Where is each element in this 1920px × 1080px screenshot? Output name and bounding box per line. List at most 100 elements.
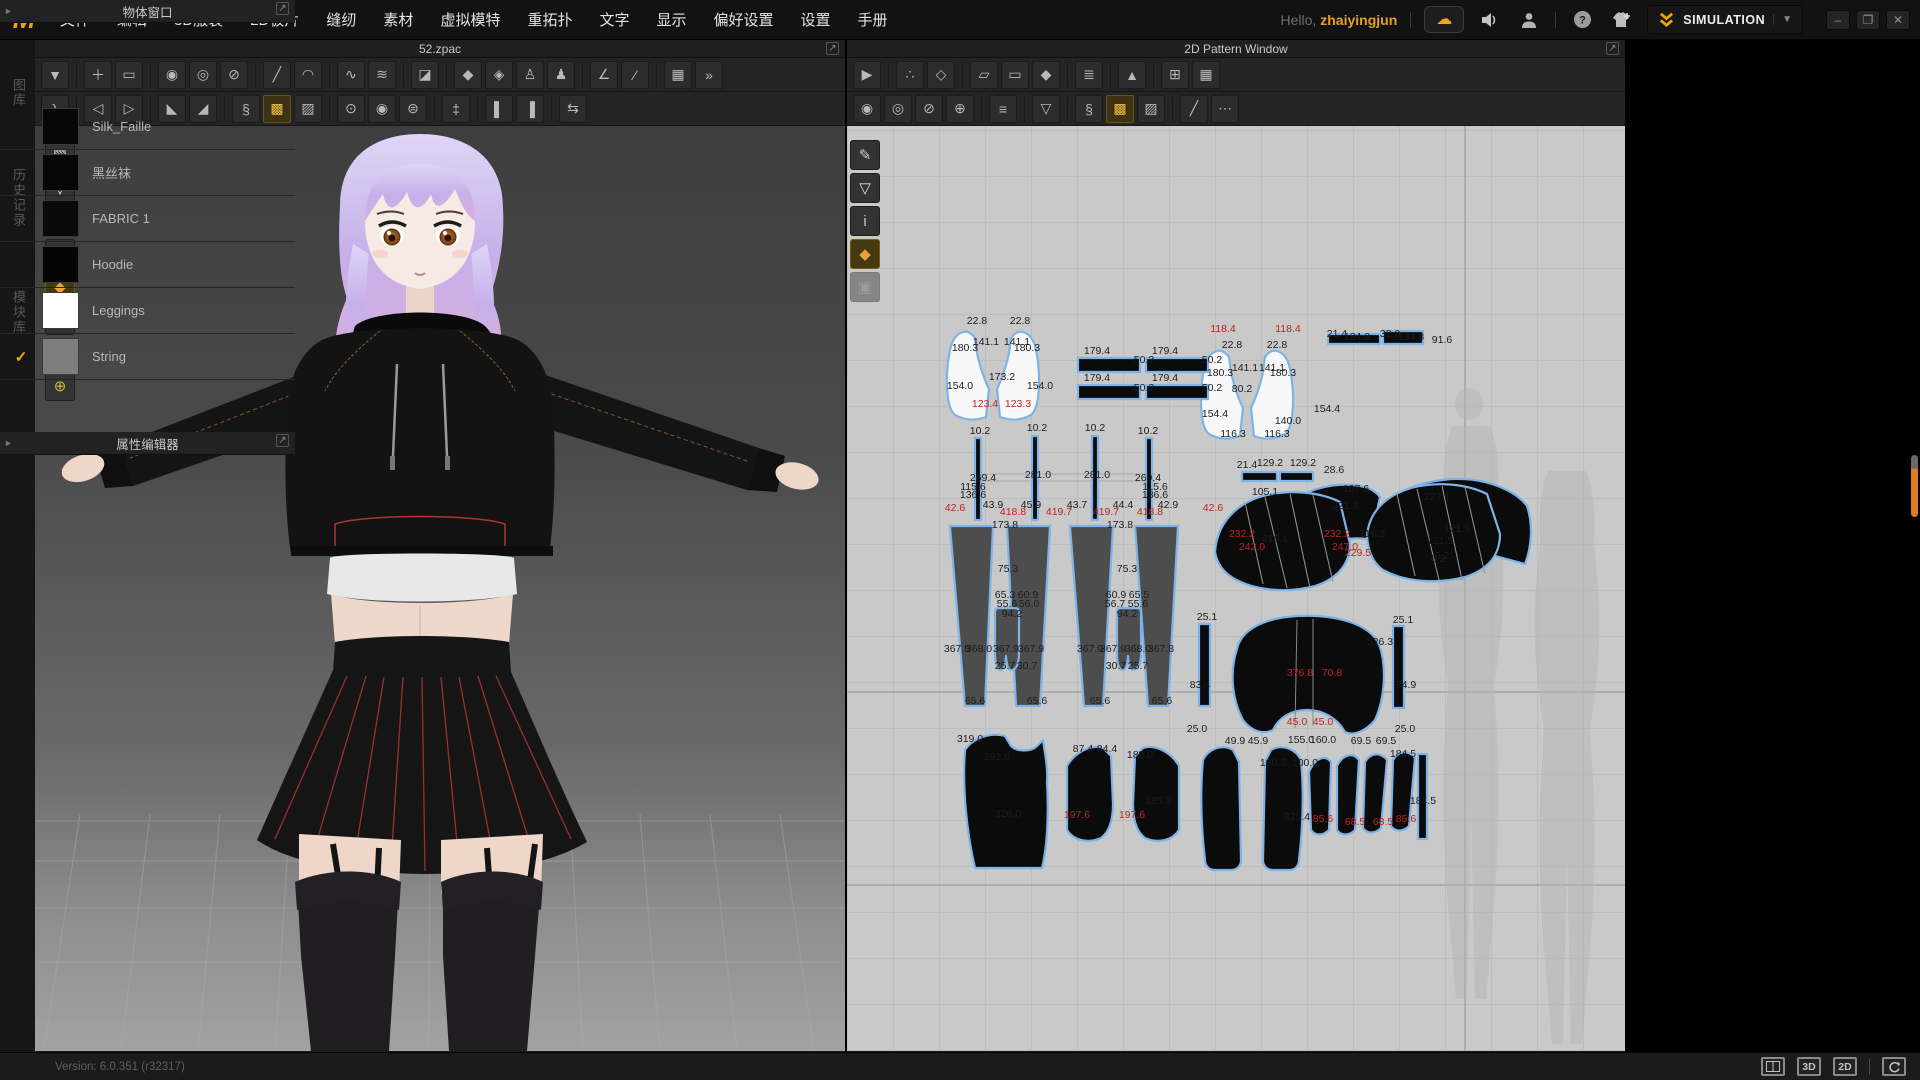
minimize-button[interactable]: – — [1826, 10, 1850, 30]
menu-item-8[interactable]: 文字 — [599, 9, 629, 30]
show-fabric-2d-icon[interactable]: ◆ — [850, 239, 880, 269]
pattern-piece[interactable] — [1078, 358, 1140, 372]
mesh-surface-icon[interactable]: ▨ — [294, 95, 322, 123]
reset-arrangement-icon[interactable]: ◈ — [485, 61, 513, 89]
pattern-piece[interactable] — [1146, 358, 1208, 372]
buttonhole-tool-icon[interactable]: ◉ — [368, 95, 396, 123]
ruler-icon[interactable]: ⁄ — [621, 61, 649, 89]
popout-icon[interactable]: ↗ — [826, 42, 839, 55]
menu-item-9[interactable]: 显示 — [656, 9, 686, 30]
remove-pin-icon[interactable]: ⊘ — [220, 61, 248, 89]
menu-item-11[interactable]: 设置 — [801, 9, 831, 30]
lock-pattern-icon[interactable]: ▣ — [850, 272, 880, 302]
fabric-row-String[interactable]: ✓String — [0, 334, 295, 380]
dart-icon[interactable]: ◆ — [1032, 61, 1060, 89]
split-view-button[interactable] — [1761, 1057, 1785, 1076]
grid-small-icon[interactable]: ⊞ — [1161, 61, 1189, 89]
view-3d-button[interactable]: 3D — [1797, 1057, 1821, 1076]
pin-icon[interactable]: ◉ — [158, 61, 186, 89]
fabric-row-黑丝袜[interactable]: 黑丝袜 — [0, 150, 295, 196]
popout-icon[interactable]: ↗ — [1606, 42, 1619, 55]
panel-scrollbar[interactable] — [1911, 455, 1918, 517]
menu-item-4[interactable]: 缝纫 — [326, 9, 356, 30]
fabric-row-FABRIC 1[interactable]: FABRIC 1 — [0, 196, 295, 242]
viewport-3d-titlebar[interactable]: 52.zpac ↗ — [35, 40, 845, 58]
seam-allowance-icon[interactable]: ≣ — [1075, 61, 1103, 89]
pattern-2d-canvas[interactable]: 22.822.8141.1141.1180.3180.3173.2154.015… — [847, 126, 1625, 1051]
grid-large-icon[interactable]: ▦ — [1192, 61, 1220, 89]
polygon-icon[interactable]: ▭ — [1001, 61, 1029, 89]
fabric-swatch[interactable] — [42, 246, 79, 283]
show-info-2d-icon[interactable]: i — [850, 206, 880, 236]
menu-item-5[interactable]: 素材 — [383, 9, 413, 30]
select-box-icon[interactable]: ▭ — [115, 61, 143, 89]
property-editor-header[interactable]: ► 属性编辑器 ↗ — [0, 432, 295, 455]
pattern-piece[interactable] — [1201, 747, 1241, 870]
pattern-piece[interactable] — [1078, 385, 1140, 399]
pattern-piece[interactable] — [1393, 626, 1404, 708]
pin-search-icon[interactable]: ⊕ — [946, 95, 974, 123]
menu-item-7[interactable]: 重拓扑 — [527, 9, 572, 30]
pattern-piece[interactable] — [1280, 472, 1313, 481]
fabric-row-Hoodie[interactable]: Hoodie — [0, 242, 295, 288]
fabric-swatch[interactable] — [42, 108, 79, 145]
pin-2d-icon[interactable]: ◉ — [853, 95, 881, 123]
view-2d-button[interactable]: 2D — [1833, 1057, 1857, 1076]
sync-button[interactable] — [1882, 1057, 1906, 1076]
grid-icon[interactable]: ▦ — [664, 61, 692, 89]
popout-icon[interactable]: ↗ — [276, 434, 289, 447]
cloud-sync-button[interactable]: ☁ — [1424, 6, 1464, 33]
edit-pattern-icon[interactable]: ∴ — [896, 61, 924, 89]
show-sewing-2d-icon[interactable]: ✎ — [850, 140, 880, 170]
textured-pattern-icon[interactable]: ▩ — [1106, 95, 1134, 123]
fasten-button-icon[interactable]: ⊜ — [399, 95, 427, 123]
stitch-line-icon[interactable]: ╱ — [1180, 95, 1208, 123]
add-point-icon[interactable]: ▱ — [970, 61, 998, 89]
chevron-down-icon[interactable]: ▼ — [1773, 14, 1792, 25]
account-button[interactable] — [1516, 7, 1542, 33]
sew-segment-icon[interactable]: ∿ — [337, 61, 365, 89]
simulation-mode-button[interactable]: SIMULATION ▼ — [1647, 5, 1803, 34]
pattern-piece[interactable] — [1146, 385, 1208, 399]
restore-button[interactable]: ❐ — [1856, 10, 1880, 30]
fabric-row-Leggings[interactable]: Leggings — [0, 288, 295, 334]
tape-measure-icon[interactable]: ∠ — [590, 61, 618, 89]
simulate-icon[interactable]: ▼ — [41, 61, 69, 89]
needle-icon[interactable]: ╱ — [263, 61, 291, 89]
popout-icon[interactable]: ↗ — [276, 2, 289, 15]
curve-pin-icon[interactable]: ◠ — [294, 61, 322, 89]
more-icon[interactable]: » — [695, 61, 723, 89]
pin-sew-icon[interactable]: § — [1075, 95, 1103, 123]
fabric-row-Silk_Faille[interactable]: Silk_Faille — [0, 104, 295, 150]
pleats-icon[interactable]: ⇆ — [559, 95, 587, 123]
pattern-2d-titlebar[interactable]: 2D Pattern Window ↗ — [847, 40, 1625, 58]
fabric-swatch[interactable] — [42, 200, 79, 237]
collapse-arrow-icon[interactable]: ► — [4, 438, 13, 448]
stitch-measure-icon[interactable]: ⋯ — [1211, 95, 1239, 123]
fabric-swatch[interactable] — [42, 338, 79, 375]
menu-item-6[interactable]: 虚拟模特 — [440, 9, 500, 30]
iron-icon[interactable]: ≡ — [989, 95, 1017, 123]
arrange-points-icon[interactable]: ♙ — [516, 61, 544, 89]
pattern-piece[interactable] — [950, 526, 993, 706]
pattern-on-avatar-icon[interactable]: ▲ — [1118, 61, 1146, 89]
close-button[interactable]: ✕ — [1886, 10, 1910, 30]
flip-normal-icon[interactable]: ◪ — [411, 61, 439, 89]
remove-pin-2d-icon[interactable]: ⊘ — [915, 95, 943, 123]
light-right-icon[interactable]: ▐ — [516, 95, 544, 123]
sound-button[interactable] — [1477, 7, 1503, 33]
help-button[interactable]: ? — [1569, 7, 1595, 33]
pattern-piece[interactable] — [1067, 747, 1113, 841]
pattern-piece[interactable] — [1242, 472, 1277, 481]
transform-pattern-icon[interactable]: ▶ — [853, 61, 881, 89]
avatar-fit-icon[interactable]: ♟ — [547, 61, 575, 89]
button-tool-icon[interactable]: ⊙ — [337, 95, 365, 123]
mesh-pattern-icon[interactable]: ▨ — [1137, 95, 1165, 123]
pattern-piece[interactable] — [1133, 747, 1179, 841]
pattern-piece[interactable] — [1199, 624, 1210, 706]
select-move-icon[interactable]: ＋ — [84, 61, 112, 89]
menu-item-12[interactable]: 手册 — [858, 9, 888, 30]
pattern-piece[interactable] — [1070, 526, 1113, 706]
pin-segment-icon[interactable]: ◎ — [189, 61, 217, 89]
pin-segment-2d-icon[interactable]: ◎ — [884, 95, 912, 123]
